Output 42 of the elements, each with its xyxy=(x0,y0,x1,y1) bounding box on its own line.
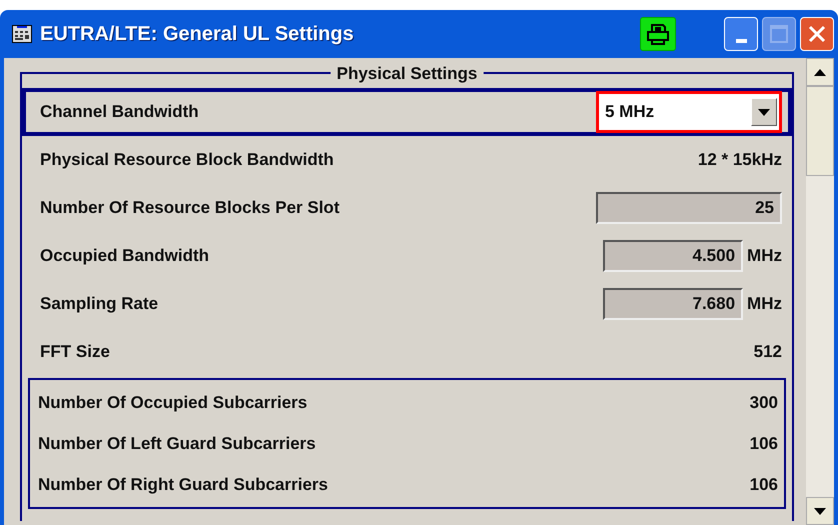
unit-label: MHz xyxy=(747,293,782,316)
value-text: 300 xyxy=(750,392,778,414)
close-button[interactable] xyxy=(800,17,834,51)
setting-label: Physical Resource Block Bandwidth xyxy=(40,149,334,172)
caret-icon xyxy=(751,98,777,126)
down-arrow-icon xyxy=(814,508,826,514)
setting-label: Number Of Resource Blocks Per Slot xyxy=(40,197,340,220)
value-field: 4.500 xyxy=(603,240,744,272)
value-text: 106 xyxy=(750,474,778,496)
unit-label: MHz xyxy=(747,245,782,268)
setting-label: FFT Size xyxy=(40,341,110,364)
window-title: EUTRA/LTE: General UL Settings xyxy=(40,22,355,47)
setting-row[interactable]: FFT Size 512 xyxy=(22,328,792,376)
setting-row[interactable]: Occupied Bandwidth 4.500 MHz xyxy=(22,232,792,280)
value-text: 12 * 15kHz xyxy=(698,149,782,172)
up-arrow-icon xyxy=(814,68,826,76)
printer-icon xyxy=(646,23,670,45)
print-button[interactable] xyxy=(640,17,676,51)
setting-row[interactable]: Sampling Rate 7.680 MHz xyxy=(22,280,792,328)
value-field: 7.680 xyxy=(603,288,744,320)
setting-row[interactable]: Physical Resource Block Bandwidth 12 * 15kHz xyxy=(22,136,792,184)
scrollbar[interactable] xyxy=(806,58,834,525)
value-text: 106 xyxy=(750,432,778,455)
setting-label: Number Of Occupied Subcarriers xyxy=(38,392,308,414)
scroll-up-button[interactable] xyxy=(806,58,834,86)
keyboard-icon xyxy=(12,24,32,44)
minimize-icon xyxy=(736,39,746,43)
setting-label: Occupied Bandwidth xyxy=(40,245,210,268)
setting-label: Sampling Rate xyxy=(40,293,158,316)
setting-row[interactable]: Number Of Resource Blocks Per Slot 25 xyxy=(22,184,792,232)
scroll-thumb[interactable] xyxy=(806,86,834,176)
setting-label: Number Of Right Guard Subcarriers xyxy=(38,474,328,496)
value-text: 512 xyxy=(754,341,782,364)
setting-label: Channel Bandwidth xyxy=(40,101,199,124)
scroll-down-button[interactable] xyxy=(806,497,834,525)
setting-row[interactable]: Channel Bandwidth 5 MHz xyxy=(22,88,792,136)
setting-label: Number Of Left Guard Subcarriers xyxy=(38,432,316,455)
minimize-button[interactable] xyxy=(724,17,758,51)
bandwidth-dropdown[interactable]: 5 MHz xyxy=(596,91,782,133)
close-icon xyxy=(808,25,826,43)
value-field: 25 xyxy=(596,192,782,224)
maximize-icon xyxy=(770,25,788,43)
